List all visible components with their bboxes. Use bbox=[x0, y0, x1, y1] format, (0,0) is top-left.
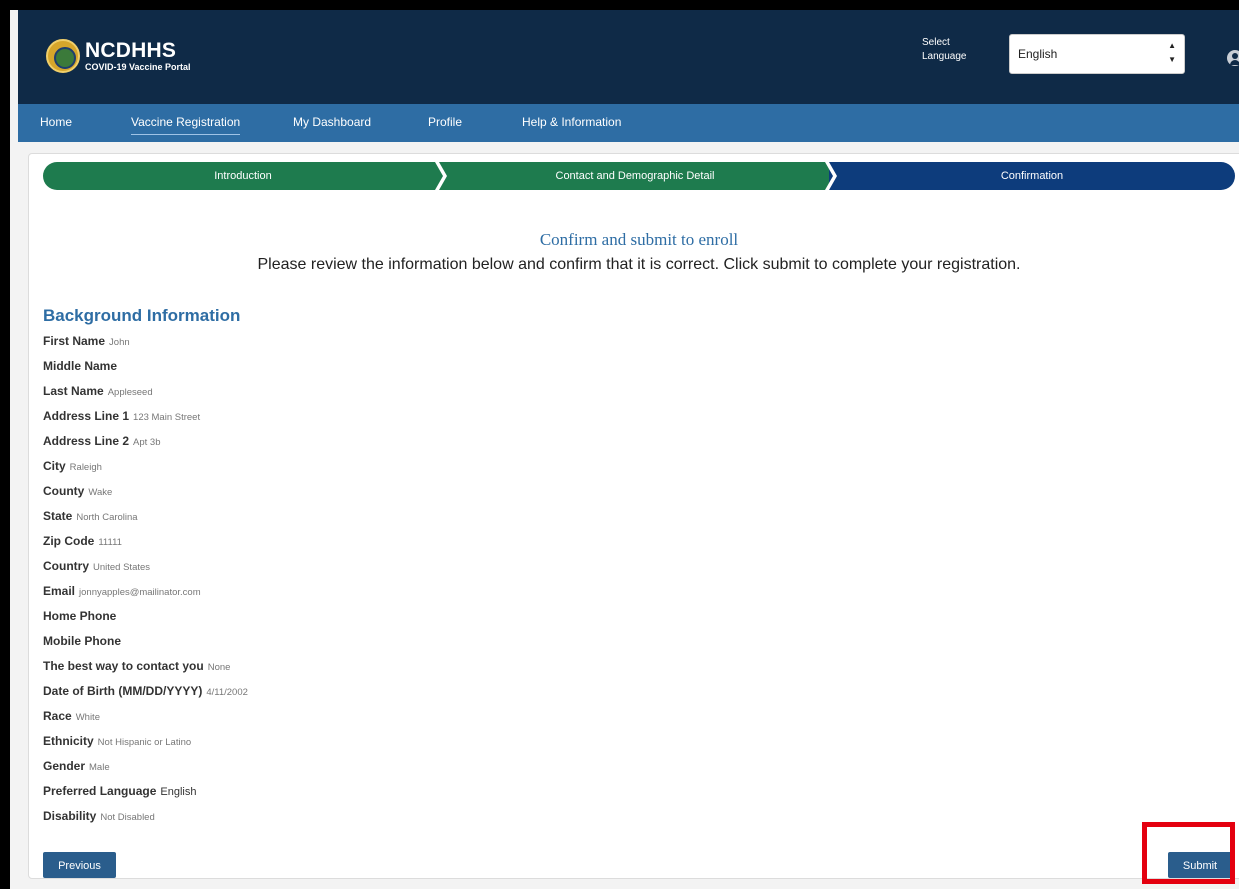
step-separator-icon bbox=[825, 162, 837, 190]
info-field-row: Preferred Language English bbox=[43, 784, 248, 809]
info-field-row: Date of Birth (MM/DD/YYYY) 4/11/2002 bbox=[43, 684, 248, 709]
confirmation-card: Introduction Contact and Demographic Det… bbox=[28, 153, 1239, 879]
info-field-row: Disability Not Disabled bbox=[43, 809, 248, 834]
background-info-list: First Name John Middle Name Last Name Apples… bbox=[43, 334, 248, 834]
info-field-row: Mobile Phone bbox=[43, 634, 248, 659]
field-label: Email bbox=[43, 584, 76, 598]
field-label: Middle Name bbox=[43, 359, 118, 373]
field-value: Raleigh bbox=[69, 462, 102, 473]
select-arrows-icon: ▲ ▼ bbox=[1168, 41, 1176, 64]
previous-button[interactable]: Previous bbox=[43, 852, 116, 878]
step-contact-demographic: Contact and Demographic Detail bbox=[435, 162, 835, 190]
nav-item-help-information[interactable]: Help & Information bbox=[522, 115, 621, 129]
field-value: White bbox=[75, 712, 100, 723]
field-value: English bbox=[160, 786, 197, 798]
field-label: Preferred Language bbox=[43, 784, 157, 798]
info-field-row: First Name John bbox=[43, 334, 248, 359]
info-field-row: County Wake bbox=[43, 484, 248, 509]
ncdhhs-seal-logo bbox=[46, 39, 80, 73]
field-label: The best way to contact you bbox=[43, 659, 204, 673]
field-label: Race bbox=[43, 709, 72, 723]
info-field-row: City Raleigh bbox=[43, 459, 248, 484]
language-select-value: English bbox=[1018, 47, 1058, 61]
nav-item-home[interactable]: Home bbox=[40, 115, 72, 129]
header: NCDHHS COVID-19 Vaccine Portal Select La… bbox=[18, 10, 1239, 104]
nav-item-vaccine-registration[interactable]: Vaccine Registration bbox=[131, 115, 241, 135]
info-field-row: Email jonnyapples@mailinator.com bbox=[43, 584, 248, 609]
field-label: State bbox=[43, 509, 73, 523]
field-value: John bbox=[109, 337, 130, 348]
field-label: Country bbox=[43, 559, 89, 573]
field-label: Address Line 1 bbox=[43, 409, 130, 423]
info-field-row: Country United States bbox=[43, 559, 248, 584]
submit-button[interactable]: Submit bbox=[1168, 852, 1232, 878]
field-label: Home Phone bbox=[43, 609, 117, 623]
step-confirmation: Confirmation bbox=[829, 162, 1235, 190]
info-field-row: Address Line 2 Apt 3b bbox=[43, 434, 248, 459]
field-label: Mobile Phone bbox=[43, 634, 121, 648]
language-select[interactable]: English ▲ ▼ bbox=[1009, 34, 1185, 74]
field-label: First Name bbox=[43, 334, 106, 348]
field-label: Address Line 2 bbox=[43, 434, 130, 448]
info-field-row: Race White bbox=[43, 709, 248, 734]
brand-subtitle: COVID-19 Vaccine Portal bbox=[85, 62, 191, 72]
field-label: Ethnicity bbox=[43, 734, 94, 748]
nav-item-profile[interactable]: Profile bbox=[428, 115, 462, 129]
field-value: None bbox=[207, 662, 231, 673]
info-field-row: Home Phone bbox=[43, 609, 248, 634]
page-instructions: Please review the information below and … bbox=[257, 256, 1021, 273]
field-value: United States bbox=[93, 562, 151, 573]
field-label: County bbox=[43, 484, 85, 498]
info-field-row: State North Carolina bbox=[43, 509, 248, 534]
field-label: Disability bbox=[43, 809, 97, 823]
user-avatar-icon[interactable] bbox=[1227, 50, 1239, 66]
field-value: 11111 bbox=[98, 537, 122, 548]
field-value: North Carolina bbox=[76, 512, 138, 523]
field-value: 123 Main Street bbox=[133, 412, 201, 423]
field-label: Last Name bbox=[43, 384, 104, 398]
field-label: City bbox=[43, 459, 66, 473]
field-value: Appleseed bbox=[107, 387, 153, 398]
info-field-row: The best way to contact you None bbox=[43, 659, 248, 684]
field-value: Not Hispanic or Latino bbox=[97, 737, 192, 748]
info-field-row: Ethnicity Not Hispanic or Latino bbox=[43, 734, 248, 759]
field-label: Date of Birth (MM/DD/YYYY) bbox=[43, 684, 203, 698]
step-separator-icon bbox=[435, 162, 447, 190]
field-value: Wake bbox=[88, 487, 113, 498]
main-nav: Home Vaccine Registration My Dashboard P… bbox=[18, 104, 1239, 142]
field-value: 4/11/2002 bbox=[206, 687, 248, 698]
field-label: Gender bbox=[43, 759, 86, 773]
field-value: Male bbox=[89, 762, 110, 773]
field-value: jonnyapples@mailinator.com bbox=[79, 587, 201, 598]
field-label: Zip Code bbox=[43, 534, 95, 548]
nav-item-my-dashboard[interactable]: My Dashboard bbox=[293, 115, 371, 129]
info-field-row: Gender Male bbox=[43, 759, 248, 784]
progress-steps: Introduction Contact and Demographic Det… bbox=[43, 162, 1235, 192]
step-introduction: Introduction bbox=[43, 162, 443, 190]
app-frame: NCDHHS COVID-19 Vaccine Portal Select La… bbox=[10, 10, 1239, 889]
info-field-row: Address Line 1 123 Main Street bbox=[43, 409, 248, 434]
field-value: Apt 3b bbox=[133, 437, 161, 448]
page-heading: Confirm and submit to enroll bbox=[539, 230, 739, 249]
section-title: Background Information bbox=[43, 306, 241, 325]
language-label: Select Language bbox=[922, 37, 967, 62]
field-value: Not Disabled bbox=[100, 812, 155, 823]
info-field-row: Middle Name bbox=[43, 359, 248, 384]
brand-title: NCDHHS bbox=[85, 39, 177, 62]
info-field-row: Last Name Appleseed bbox=[43, 384, 248, 409]
info-field-row: Zip Code 11111 bbox=[43, 534, 248, 559]
